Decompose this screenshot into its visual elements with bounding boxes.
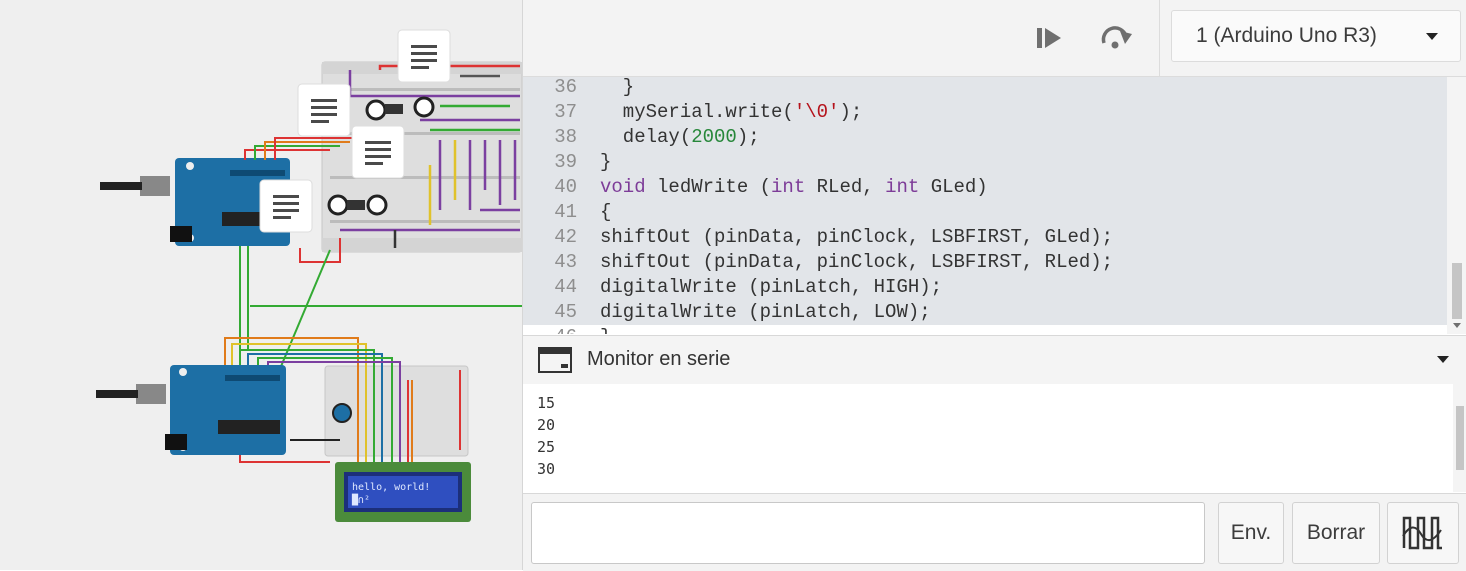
line-number: 39 [554, 151, 577, 173]
step-play-icon [1037, 28, 1061, 48]
breadboard-bottom[interactable] [324, 365, 469, 457]
note-icon[interactable] [259, 179, 313, 233]
code-token: GLed) [919, 176, 988, 198]
code-token: int [885, 176, 920, 198]
code-line[interactable]: 43 shiftOut (pinData, pinClock, LSBFIRST,… [523, 250, 1113, 275]
note-icon[interactable] [297, 83, 351, 137]
device-select[interactable]: 1 (Arduino Uno R3) [1171, 10, 1461, 62]
output-line: 20 [537, 416, 556, 434]
code-token: digitalWrite (pinLatch, LOW); [600, 301, 931, 323]
code-token: mySerial.write( [600, 101, 794, 123]
scroll-down-icon[interactable] [1453, 323, 1461, 328]
code-token: '\0' [793, 101, 840, 123]
code-token: digitalWrite (pinLatch, HIGH); [600, 276, 943, 298]
code-panel: 1 (Arduino Uno R3) 36 } 37 mySerial.write… [522, 0, 1466, 571]
code-token: shiftOut (pinData, pinClock, LSBFIRST, G… [600, 226, 1114, 248]
serial-monitor-output: 15 20 25 30 [523, 384, 1466, 492]
output-scrollbar-thumb[interactable] [1456, 406, 1464, 470]
serial-input[interactable] [531, 502, 1205, 564]
code-scrollbar-thumb[interactable] [1452, 263, 1462, 319]
device-select-label: 1 (Arduino Uno R3) [1196, 24, 1377, 47]
line-number: 36 [554, 77, 577, 98]
code-line[interactable]: 45 digitalWrite (pinLatch, LOW); [523, 300, 931, 325]
line-number: 44 [554, 276, 577, 298]
serial-monitor-icon [538, 347, 572, 373]
graph-icon [1402, 516, 1442, 550]
line-number: 38 [554, 126, 577, 148]
line-number: 40 [554, 176, 577, 198]
step-over-icon [1101, 26, 1132, 49]
code-token: ledWrite ( [645, 176, 772, 198]
circuit-canvas[interactable]: hello, world! █∩² [0, 0, 522, 570]
code-line[interactable]: 36 } [523, 77, 634, 100]
arduino-uno-bottom[interactable] [96, 365, 286, 455]
toolbar-divider [1159, 0, 1160, 76]
output-scrollbar[interactable] [1453, 384, 1466, 492]
code-editor[interactable]: 36 } 37 mySerial.write('\0'); 38 delay(200… [523, 77, 1466, 334]
code-token: ); [736, 126, 760, 148]
code-line[interactable]: 39} [523, 150, 611, 175]
clear-button[interactable]: Borrar [1292, 502, 1380, 564]
note-icon[interactable] [397, 29, 451, 83]
output-line: 25 [537, 438, 556, 456]
code-token: ); [839, 101, 863, 123]
code-token: RLed, [805, 176, 886, 198]
debug-toolbar: 1 (Arduino Uno R3) [523, 0, 1466, 77]
code-line[interactable]: 40 void ledWrite (int RLed, int GLed) [523, 175, 988, 200]
lcd-line-2: █∩² [351, 493, 370, 506]
lcd-line-1: hello, world! [352, 482, 430, 493]
code-token: } [600, 326, 611, 334]
code-scrollbar[interactable] [1447, 77, 1466, 334]
line-number: 37 [554, 101, 577, 123]
code-token: 2000 [691, 126, 737, 148]
send-button[interactable]: Env. [1218, 502, 1284, 564]
line-number: 45 [554, 301, 577, 323]
line-number: 46 [523, 325, 600, 334]
line-number: 43 [554, 251, 577, 273]
serial-monitor-header[interactable]: Monitor en serie [523, 335, 1466, 385]
serial-monitor-title: Monitor en serie [587, 348, 731, 370]
circuit-drawing: hello, world! █∩² [96, 29, 522, 522]
note-icon[interactable] [351, 125, 405, 179]
code-token: { [600, 201, 612, 223]
code-token: void [600, 176, 646, 198]
code-token: shiftOut (pinData, pinClock, LSBFIRST, R… [600, 251, 1114, 273]
code-line[interactable]: 42 shiftOut (pinData, pinClock, LSBFIRST,… [523, 225, 1113, 250]
step-play-button[interactable] [1029, 18, 1069, 58]
output-line: 15 [537, 394, 556, 412]
line-number: 42 [554, 226, 577, 248]
lcd-display[interactable]: hello, world! █∩² [335, 462, 471, 522]
code-line[interactable]: 44 digitalWrite (pinLatch, HIGH); [523, 275, 942, 300]
code-token: } [600, 77, 635, 98]
graph-button[interactable] [1387, 502, 1459, 564]
chevron-down-icon [1426, 33, 1438, 40]
line-number: 41 [554, 201, 577, 223]
code-token: } [600, 151, 612, 173]
code-line[interactable]: 41 { [523, 200, 611, 225]
code-token: int [771, 176, 806, 198]
step-over-button[interactable] [1097, 18, 1137, 58]
chevron-down-icon[interactable] [1437, 356, 1449, 363]
code-line[interactable]: 37 mySerial.write('\0'); [523, 100, 862, 125]
code-line[interactable]: 46} [523, 325, 611, 334]
serial-monitor-footer: Env. Borrar [523, 493, 1466, 571]
code-token: delay( [600, 126, 692, 148]
code-line[interactable]: 38 delay(2000); [523, 125, 760, 150]
output-line: 30 [537, 460, 556, 478]
